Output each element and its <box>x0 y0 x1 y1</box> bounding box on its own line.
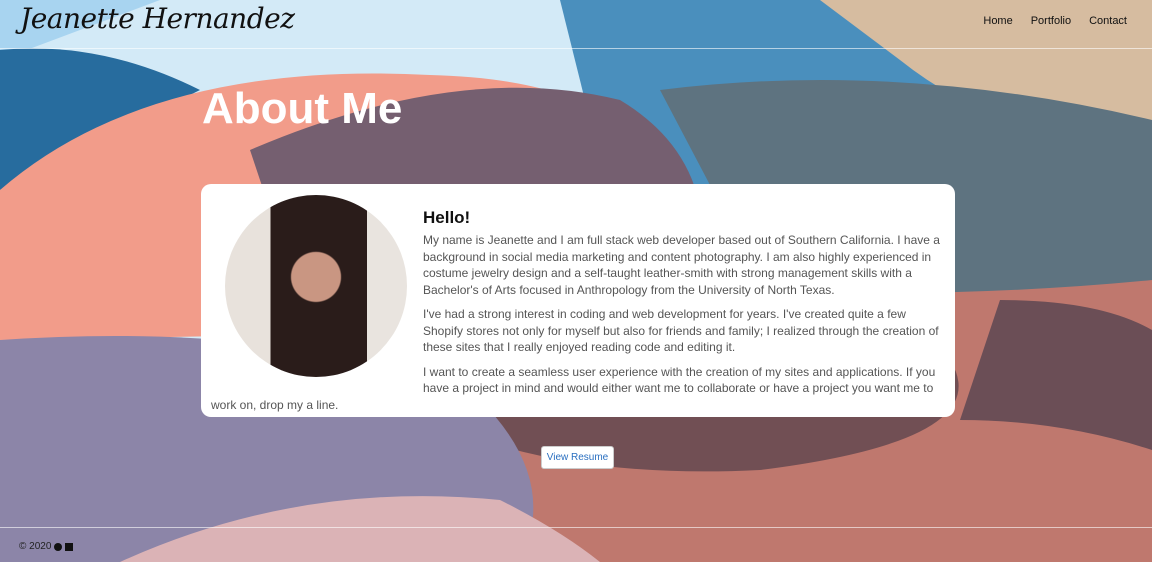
footer: © 2020 <box>19 541 74 552</box>
page-title: About Me <box>202 84 403 133</box>
logo[interactable]: Jeanette Hernandez <box>20 2 295 35</box>
footer-divider <box>0 527 1152 528</box>
github-icon[interactable] <box>54 542 63 551</box>
view-resume-button[interactable]: View Resume <box>541 446 614 469</box>
profile-photo <box>225 195 407 377</box>
navbar: Jeanette Hernandez Home Portfolio Contac… <box>0 0 1152 49</box>
nav-contact[interactable]: Contact <box>1089 15 1127 27</box>
nav-portfolio[interactable]: Portfolio <box>1031 15 1071 27</box>
linkedin-icon[interactable] <box>65 542 74 551</box>
copyright: © 2020 <box>19 541 52 552</box>
nav-home[interactable]: Home <box>983 15 1012 27</box>
about-card: Hello! My name is Jeanette and I am full… <box>201 184 955 417</box>
